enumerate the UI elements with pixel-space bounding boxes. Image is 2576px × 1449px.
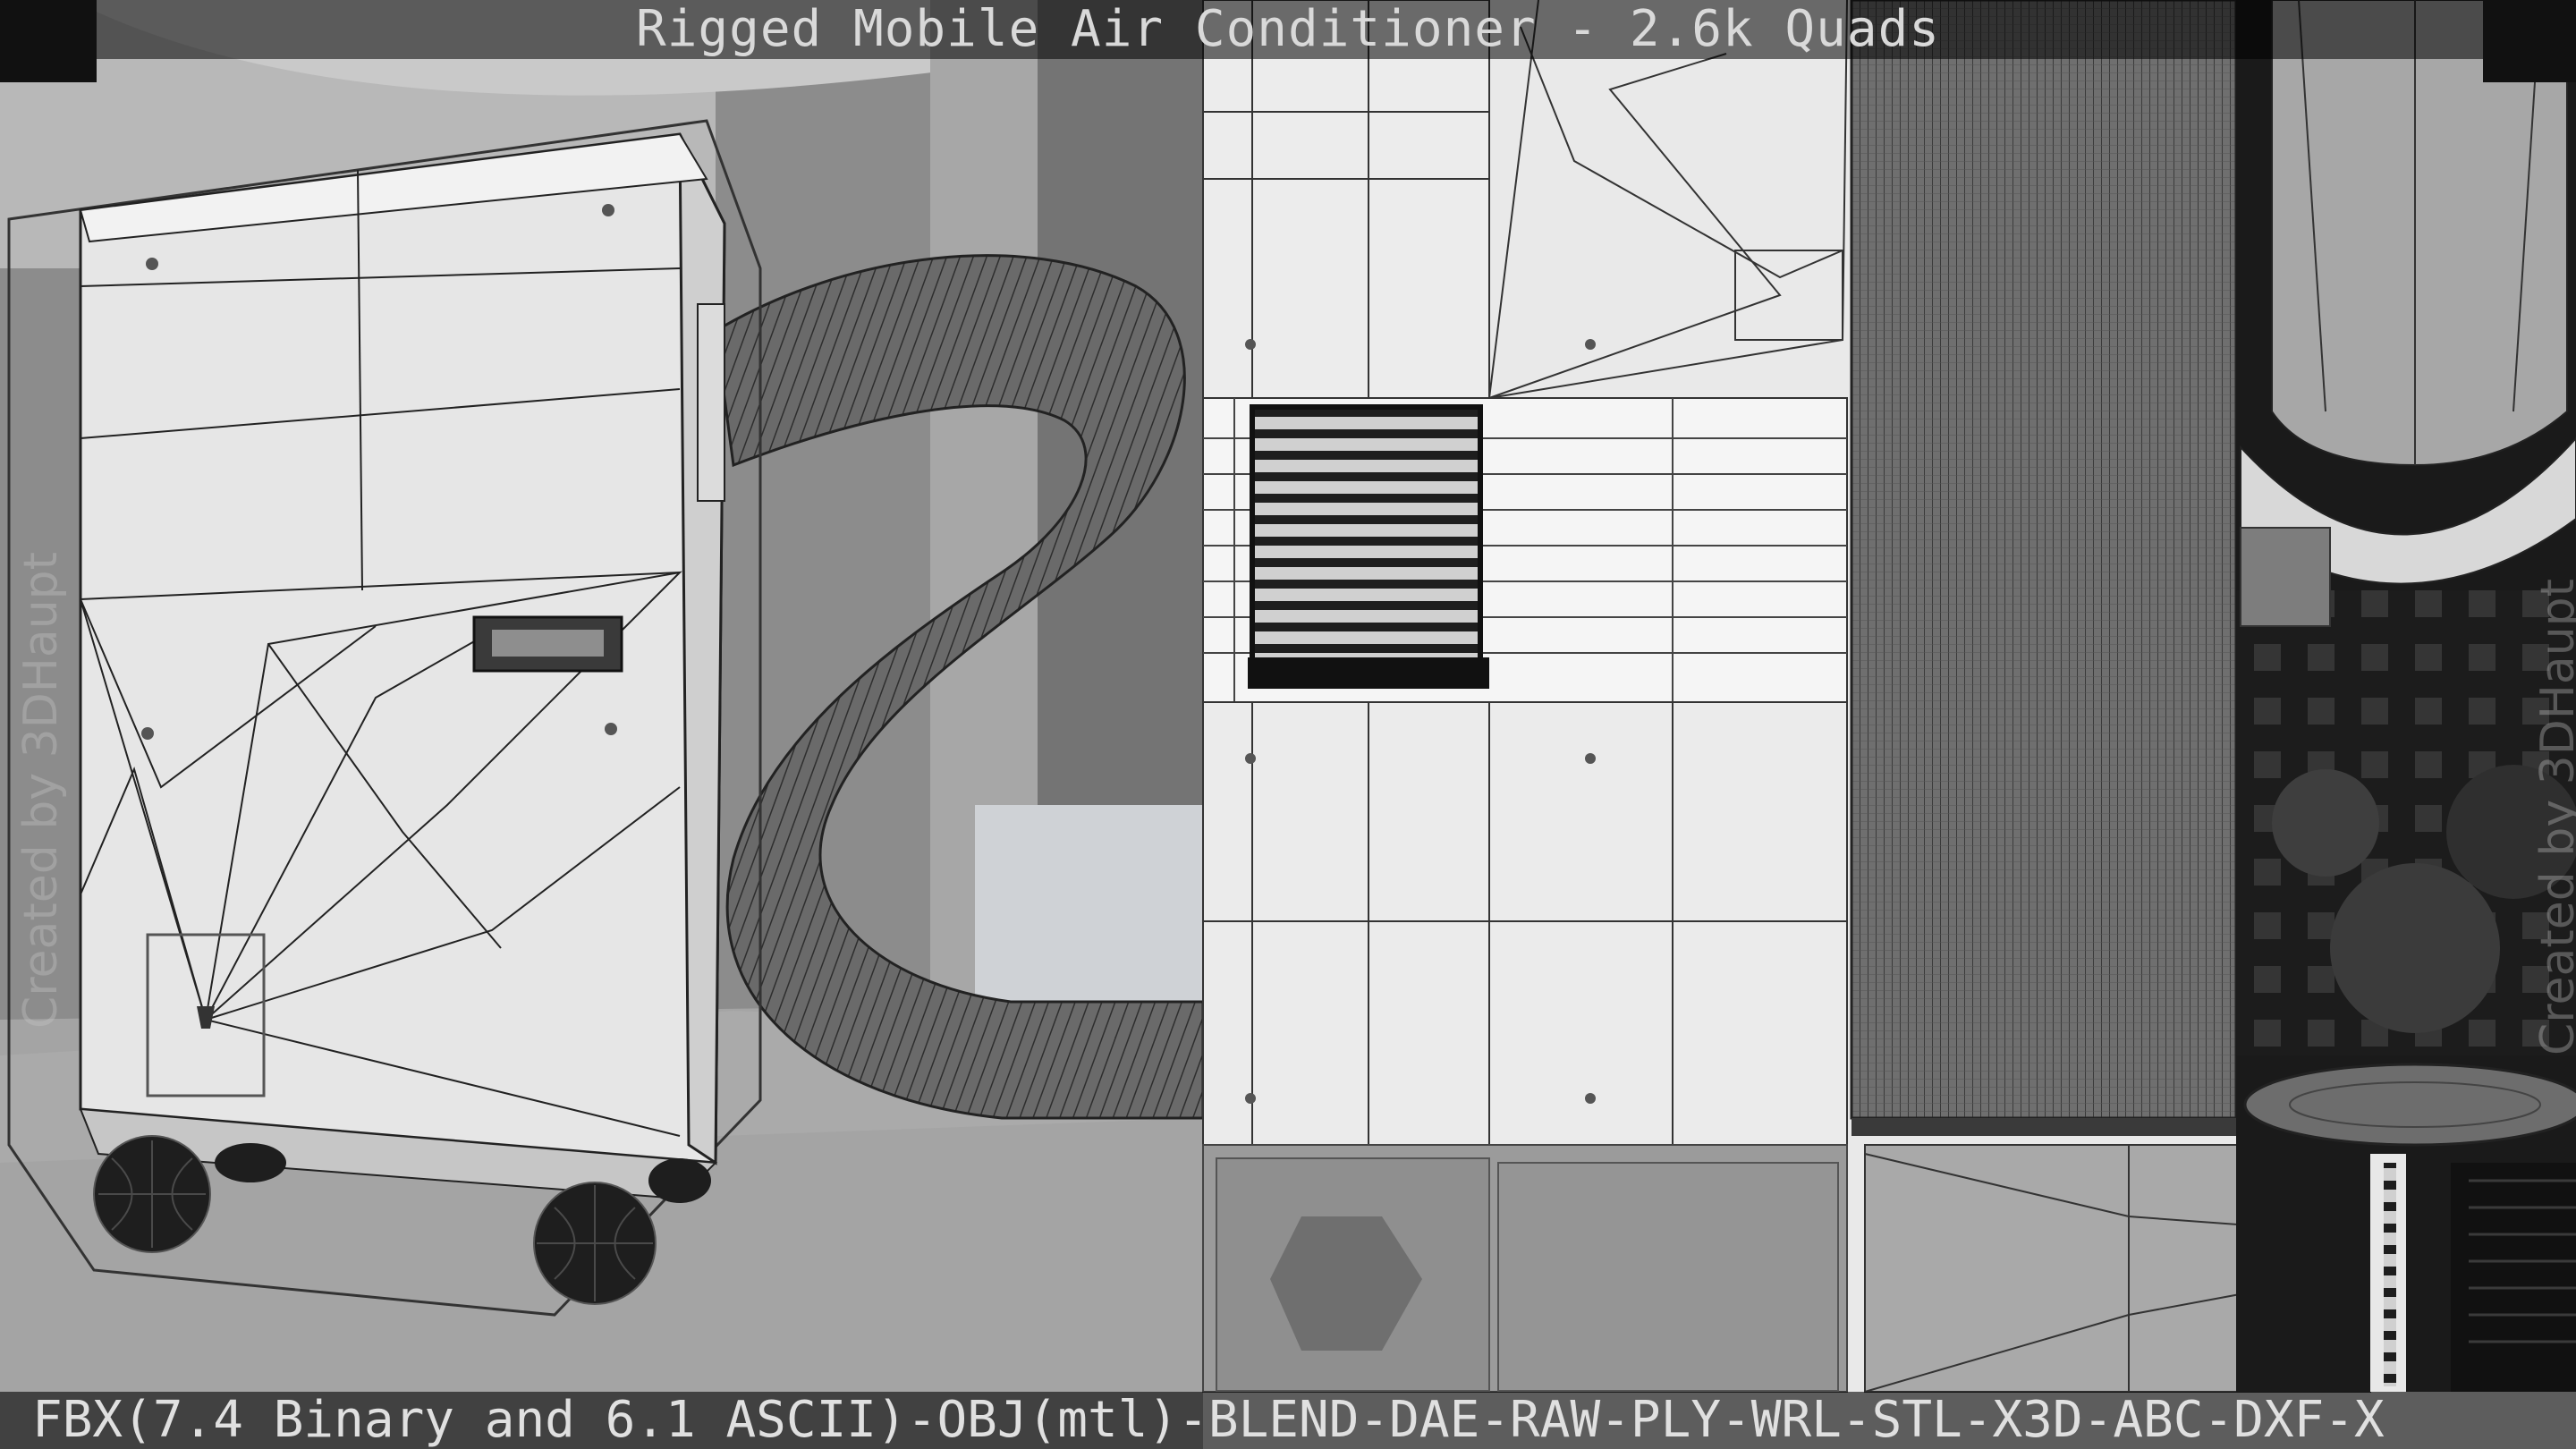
watermark-right: Created by 3DHaupt [2531, 578, 2576, 1055]
caster-wheel [93, 1135, 211, 1253]
uv-panel-base [1202, 1144, 1848, 1393]
caster-wheel [533, 1182, 657, 1305]
file-formats-caption: FBX(7.4 Binary and 6.1 ASCII)-OBJ(mtl)-B… [32, 1392, 2385, 1449]
uv-panel-side [1202, 701, 1848, 1146]
page-title: Rigged Mobile Air Conditioner - 2.6k Qua… [635, 0, 1941, 58]
viewport-3d [0, 0, 1205, 1449]
air-conditioner-body [7, 119, 762, 1317]
watermark-left: Created by 3DHaupt [14, 551, 68, 1029]
uv-grille-panel [1202, 397, 1848, 703]
render-scene [0, 0, 2576, 1449]
uv-texture-atlas [2236, 0, 2576, 1392]
footer-bar: FBX(7.4 Binary and 6.1 ASCII)-OBJ(mtl)-B… [0, 1392, 2576, 1449]
title-bar: Rigged Mobile Air Conditioner - 2.6k Qua… [0, 0, 2576, 82]
uv-texture-layout [1202, 0, 2576, 1449]
